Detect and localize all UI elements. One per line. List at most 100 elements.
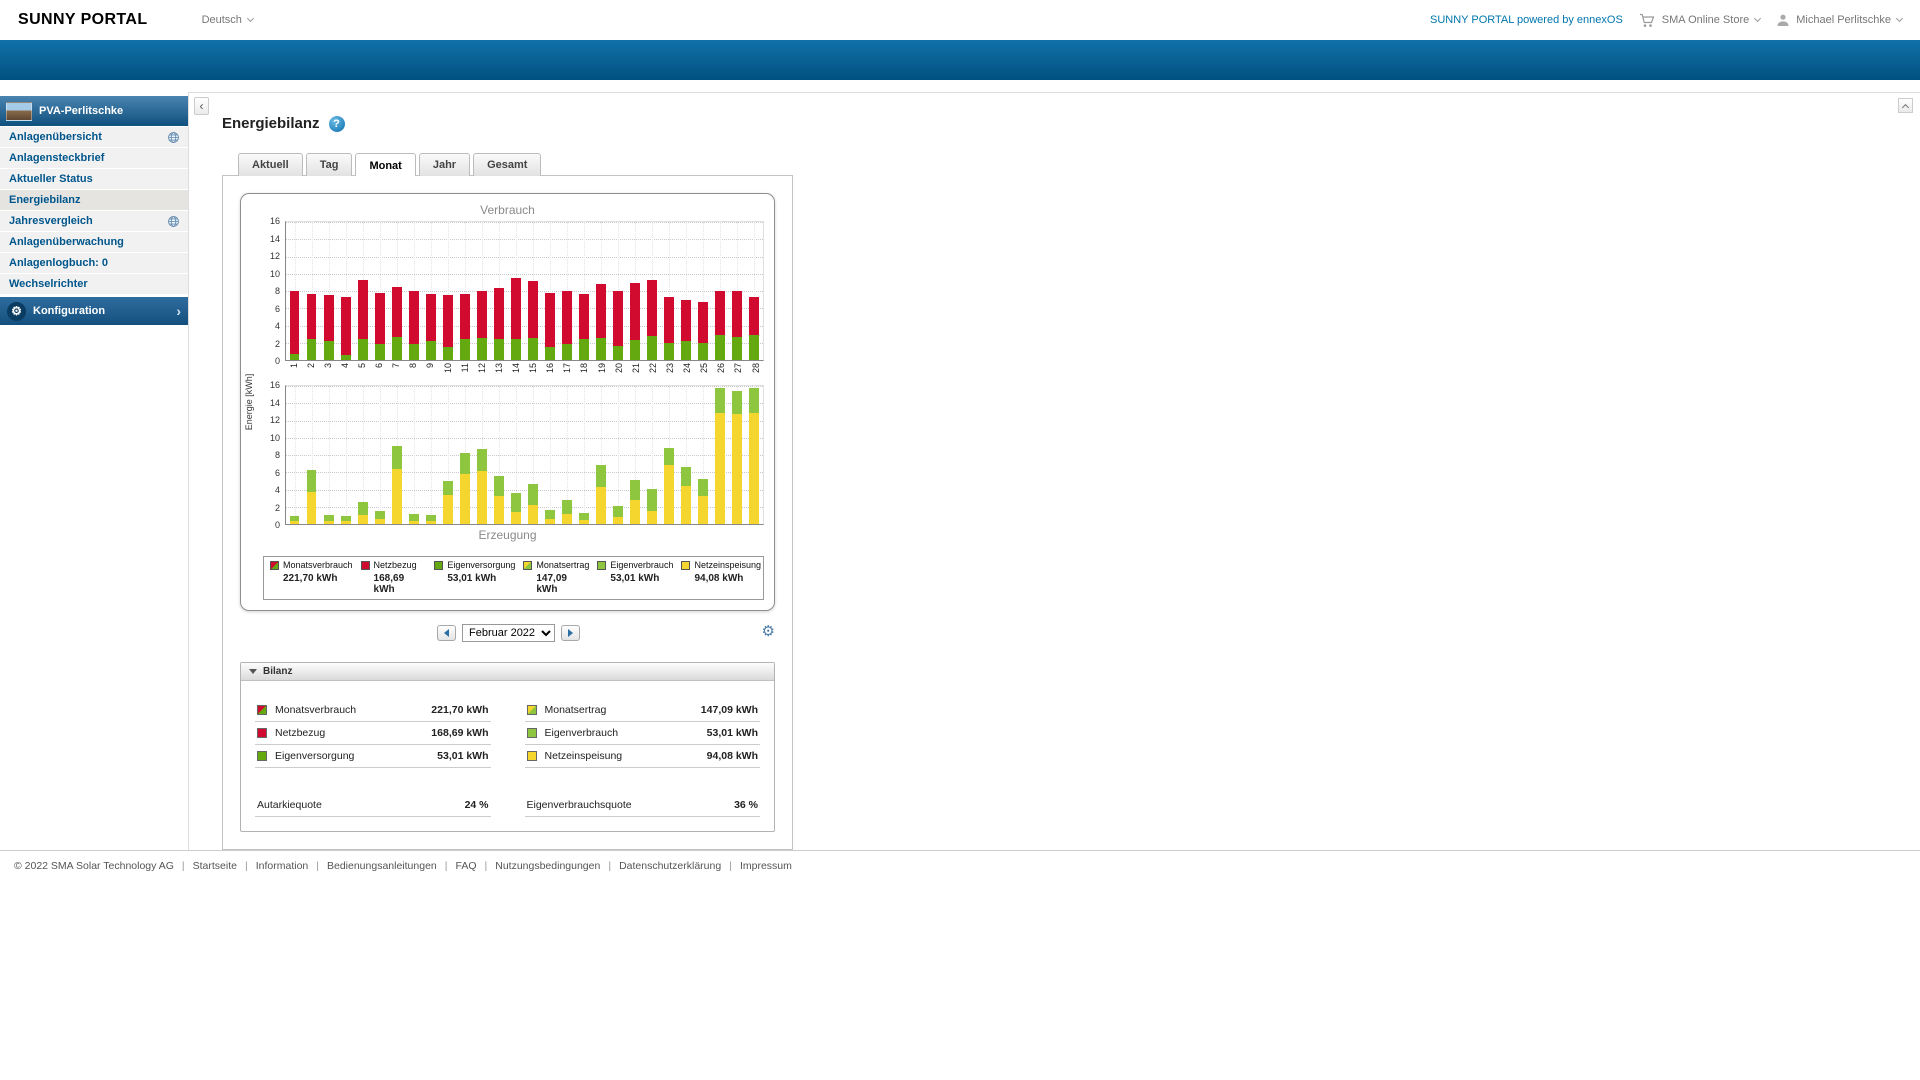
tab-jahr[interactable]: Jahr (419, 153, 470, 176)
collapse-sidebar-button[interactable]: ‹ (194, 97, 209, 115)
chart-bar-day-1[interactable] (286, 222, 303, 360)
bar-segment-eigenverbrauch (409, 514, 419, 521)
bar-segment-netzeinspeisung (749, 413, 759, 524)
chart-bar-day-15[interactable] (524, 386, 541, 524)
footer-link-impressum[interactable]: Impressum (740, 860, 792, 872)
sidebar-item-energiebilanz[interactable]: Energiebilanz (0, 189, 188, 210)
chart-bar-day-4[interactable] (337, 386, 354, 524)
footer-link-nutzungsbedingungen[interactable]: Nutzungsbedingungen (495, 860, 600, 872)
bar-segment-netzbezug (324, 295, 334, 341)
chart-bar-day-28[interactable] (746, 222, 763, 360)
chart-bar-day-14[interactable] (507, 222, 524, 360)
chart-bar-day-18[interactable] (576, 222, 593, 360)
chart-bar-day-3[interactable] (320, 386, 337, 524)
y-tick: 16 (270, 380, 280, 390)
chart-bar-day-5[interactable] (354, 386, 371, 524)
footer-link-bedienungsanleitungen[interactable]: Bedienungsanleitungen (327, 860, 437, 872)
chart-bar-day-14[interactable] (507, 386, 524, 524)
sidebar-item-wechselrichter[interactable]: Wechselrichter (0, 273, 188, 294)
chart-bar-day-25[interactable] (695, 222, 712, 360)
chart-bar-day-23[interactable] (661, 222, 678, 360)
footer-link-faq[interactable]: FAQ (455, 860, 476, 872)
chart-bar-day-11[interactable] (456, 222, 473, 360)
sidebar-item-anlagenlogbuch[interactable]: Anlagenlogbuch: 0 (0, 252, 188, 273)
chart-bar-day-17[interactable] (559, 386, 576, 524)
sidebar-item-anlagenuebersicht[interactable]: Anlagenübersicht (0, 126, 188, 147)
language-selector[interactable]: Deutsch (202, 14, 253, 26)
month-select[interactable]: Februar 2022 (462, 624, 555, 642)
next-month-button[interactable] (561, 625, 580, 641)
chart-bar-day-6[interactable] (371, 222, 388, 360)
bar-segment-netzeinspeisung (511, 512, 521, 524)
tab-gesamt[interactable]: Gesamt (473, 153, 541, 176)
footer-link-datenschutzerklaerung[interactable]: Datenschutzerklärung (619, 860, 721, 872)
scroll-up-button[interactable] (1898, 98, 1913, 113)
chart-bar-day-10[interactable] (439, 386, 456, 524)
plant-header[interactable]: PVA-Perlitschke (0, 96, 188, 126)
sidebar-item-anlagensteckbrief[interactable]: Anlagensteckbrief (0, 147, 188, 168)
chart-bar-day-28[interactable] (746, 386, 763, 524)
chart-bar-day-3[interactable] (320, 222, 337, 360)
chart-bar-day-20[interactable] (610, 386, 627, 524)
chart-bar-day-2[interactable] (303, 222, 320, 360)
chart-bar-day-21[interactable] (627, 386, 644, 524)
chart-bar-day-12[interactable] (473, 386, 490, 524)
chart-bar-day-19[interactable] (593, 386, 610, 524)
chart-bar-day-7[interactable] (388, 222, 405, 360)
tab-tag[interactable]: Tag (306, 153, 353, 176)
chart-bar-day-6[interactable] (371, 386, 388, 524)
chart-bar-day-1[interactable] (286, 386, 303, 524)
sma-online-store[interactable]: SMA Online Store (1639, 13, 1760, 28)
chart-bar-day-7[interactable] (388, 386, 405, 524)
chart-bar-day-20[interactable] (610, 222, 627, 360)
chart-bar-day-8[interactable] (405, 386, 422, 524)
bar-segment-eigenversorgung (460, 339, 470, 360)
chart-bar-day-5[interactable] (354, 222, 371, 360)
chart-bar-day-13[interactable] (490, 222, 507, 360)
chart-bar-day-13[interactable] (490, 386, 507, 524)
chart-bar-day-27[interactable] (729, 222, 746, 360)
chart-bar-day-21[interactable] (627, 222, 644, 360)
chart-bar-day-10[interactable] (439, 222, 456, 360)
chart-bar-day-22[interactable] (644, 386, 661, 524)
chart-bar-day-24[interactable] (678, 222, 695, 360)
chart-bar-day-8[interactable] (405, 222, 422, 360)
chart-bar-day-16[interactable] (541, 222, 558, 360)
sidebar-item-aktueller-status[interactable]: Aktueller Status (0, 168, 188, 189)
sidebar-item-jahresvergleich[interactable]: Jahresvergleich (0, 210, 188, 231)
chart-bar-day-9[interactable] (422, 386, 439, 524)
bar-segment-eigenversorgung (698, 343, 708, 360)
help-icon[interactable]: ? (329, 116, 345, 132)
chart-bar-day-4[interactable] (337, 222, 354, 360)
chart-bar-day-11[interactable] (456, 386, 473, 524)
chart-bar-day-18[interactable] (576, 386, 593, 524)
chart-bar-day-16[interactable] (541, 386, 558, 524)
chart-bar-day-26[interactable] (712, 386, 729, 524)
bar-segment-netzeinspeisung (392, 469, 402, 524)
previous-month-button[interactable] (437, 625, 456, 641)
tab-monat[interactable]: Monat (355, 153, 415, 176)
powered-by-link[interactable]: SUNNY PORTAL powered by ennexOS (1430, 14, 1623, 26)
bilanz-body: Monatsverbrauch 221,70 kWh Netzbezug 168… (241, 681, 774, 831)
chart-bar-day-27[interactable] (729, 386, 746, 524)
chart-bar-day-9[interactable] (422, 222, 439, 360)
chart-bar-day-15[interactable] (524, 222, 541, 360)
footer-link-information[interactable]: Information (256, 860, 309, 872)
footer-link-startseite[interactable]: Startseite (193, 860, 237, 872)
tab-aktuell[interactable]: Aktuell (238, 153, 303, 176)
sidebar-item-anlagenueberwachung[interactable]: Anlagenüberwachung (0, 231, 188, 252)
bilanz-header[interactable]: Bilanz (241, 663, 774, 681)
bar-segment-eigenversorgung (579, 339, 589, 360)
chart-bar-day-26[interactable] (712, 222, 729, 360)
user-menu[interactable]: Michael Perlitschke (1776, 13, 1902, 27)
chart-bar-day-22[interactable] (644, 222, 661, 360)
chart-settings-gear-icon[interactable]: ⚙ (762, 624, 775, 640)
chart-bar-day-25[interactable] (695, 386, 712, 524)
chart-bar-day-23[interactable] (661, 386, 678, 524)
chart-bar-day-19[interactable] (593, 222, 610, 360)
chart-bar-day-17[interactable] (559, 222, 576, 360)
chart-bar-day-2[interactable] (303, 386, 320, 524)
chart-bar-day-24[interactable] (678, 386, 695, 524)
sidebar-item-konfiguration[interactable]: ⚙ Konfiguration › (0, 297, 188, 325)
chart-bar-day-12[interactable] (473, 222, 490, 360)
